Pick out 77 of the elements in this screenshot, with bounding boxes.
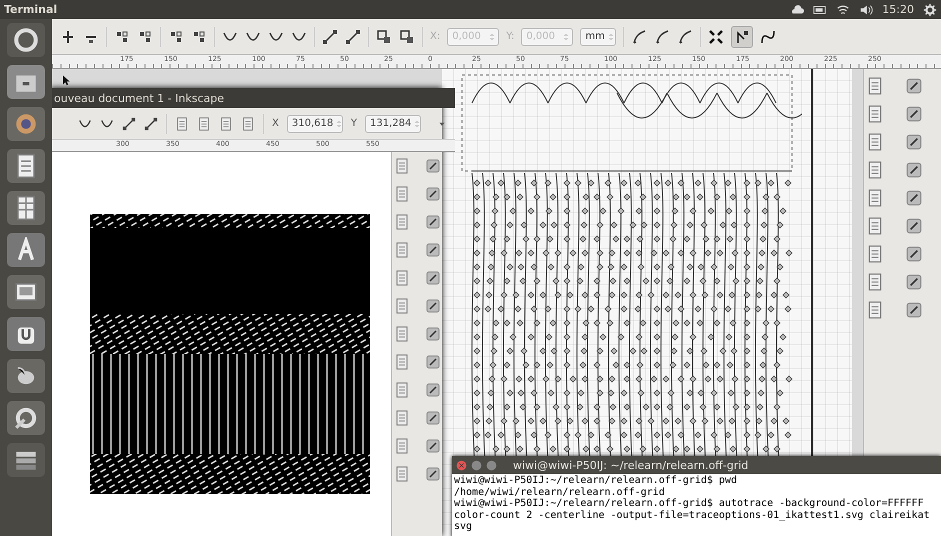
tool-icon[interactable] [904,273,922,291]
gear-icon[interactable] [923,2,937,16]
tool-icon[interactable] [904,133,922,151]
tool-icon[interactable] [425,410,442,426]
document-icon[interactable] [394,326,410,342]
close-icon[interactable] [456,460,467,470]
segment-icon[interactable] [345,28,361,44]
nodes-icon[interactable] [191,28,207,44]
pointer-arrow-icon[interactable] [60,73,72,87]
segment-icon[interactable] [322,28,338,44]
wifi-icon[interactable] [836,2,850,16]
cloud-icon[interactable] [790,2,804,16]
tool-icon[interactable] [904,77,922,95]
tool-icon[interactable] [904,161,922,179]
document-icon[interactable] [394,382,410,398]
nodes-icon[interactable] [168,28,184,44]
document-icon[interactable] [866,133,884,151]
unit-dropdown[interactable]: mm [580,28,616,46]
x-label: X: [430,31,440,42]
document-icon[interactable] [394,410,410,426]
tool-icon[interactable] [904,217,922,235]
transform-handles-icon[interactable] [708,28,724,44]
document-icon[interactable] [394,354,410,370]
tool-icon[interactable] [425,242,442,258]
add-node-icon[interactable] [60,28,76,44]
tool-icon[interactable] [904,245,922,263]
maximize-icon[interactable] [486,460,497,470]
document-icon[interactable] [866,217,884,235]
y-label: Y [350,118,357,129]
tool-icon[interactable] [425,214,442,230]
tool-icon[interactable] [904,189,922,207]
tool-icon[interactable] [425,158,442,174]
tool-icon[interactable] [425,438,442,454]
terminal-line: wiwi@wiwi-P50IJ:~/relearn/relearn.off-grid$ pwd [454,475,737,486]
y-label: Y: [506,31,514,42]
x-field[interactable]: 310,618 [286,114,343,132]
document-icon[interactable] [394,158,410,174]
volume-icon[interactable] [859,2,874,16]
terminal-line: wiwi@wiwi-P50IJ:~/relearn/relearn.off-grid$ autotrace -background-color=FFFFFF [454,498,924,510]
document-icon[interactable] [866,301,884,319]
document-icon[interactable] [394,270,410,286]
tool-icon[interactable] [425,186,442,202]
tool-icon[interactable] [425,270,442,286]
document-icon[interactable] [866,105,884,123]
x-label: X [272,118,279,129]
tool-icon[interactable] [425,382,442,398]
tool-icon[interactable] [904,105,922,123]
document-icon[interactable] [394,186,410,202]
window-title: wiwi@wiwi-P50IJ: ~/relearn/relearn.off-grid [513,458,748,472]
document-icon[interactable] [866,77,884,95]
document-icon[interactable] [866,189,884,207]
document-icon[interactable] [394,214,410,230]
document-icon[interactable] [394,466,410,482]
pen-icon[interactable] [654,28,670,44]
tool-icon[interactable] [425,298,442,314]
document-icon[interactable] [866,273,884,291]
document-icon[interactable] [866,161,884,179]
y-field[interactable]: 131,284 [364,114,421,132]
tool-icon[interactable] [425,466,442,482]
minimize-icon[interactable] [471,460,482,470]
document-icon[interactable] [394,438,410,454]
terminal-line: /home/wiwi/relearn/relearn.off-grid [454,486,665,498]
tool-icon[interactable] [425,354,442,370]
ubuntu-logo-icon[interactable] [13,27,39,53]
terminal-line: svg [454,521,472,532]
tool-icon[interactable] [425,326,442,342]
path-outline-icon[interactable] [760,28,776,44]
document-icon[interactable] [394,298,410,314]
terminal-line: color-count 2 -centerline -output-file=traceoptions-01_ikattest1.svg claireikat [454,510,930,521]
window-title: ouveau document 1 - Inkscape [54,92,224,104]
window-title: Terminal [4,3,58,16]
pen-icon[interactable] [631,28,648,44]
tool-icon[interactable] [904,301,922,319]
document-icon[interactable] [394,242,410,258]
pen-icon[interactable] [677,28,694,44]
clock-time: 15:20 [882,3,914,16]
document-icon[interactable] [866,245,884,263]
